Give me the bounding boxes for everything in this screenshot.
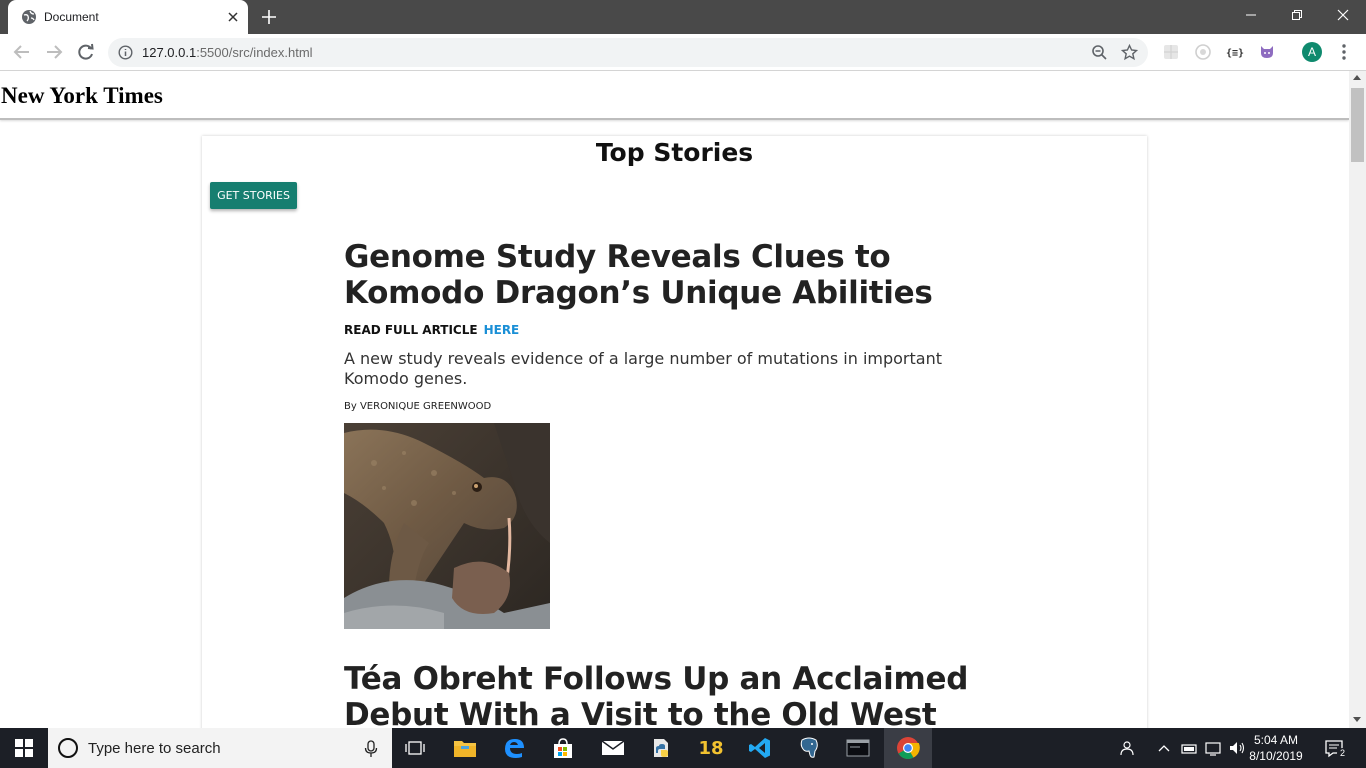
page-scrollbar[interactable]: [1349, 71, 1366, 728]
task-view-button[interactable]: [392, 728, 440, 768]
site-title: New York Times: [1, 83, 163, 108]
task-view-icon: [405, 741, 425, 755]
cortana-icon: [58, 738, 78, 758]
article-1: Genome Study Reveals Clues to Komodo Dra…: [344, 239, 1004, 629]
article-abstract: A new study reveals evidence of a large …: [344, 349, 942, 388]
people-icon[interactable]: [1120, 738, 1138, 758]
article-link[interactable]: HERE: [484, 323, 520, 337]
mail-icon: [601, 740, 625, 755]
terminal-window-icon: [846, 739, 870, 757]
taskbar-search[interactable]: Type here to search: [48, 728, 392, 768]
url-path: :5500/src/index.html: [196, 45, 313, 60]
url-text[interactable]: 127.0.0.1:5500/src/index.html: [142, 45, 313, 60]
komodo-dragon-illustration: [344, 423, 550, 629]
start-button[interactable]: [0, 728, 48, 768]
read-full-article-label: READ FULL ARTICLE: [344, 323, 478, 337]
edge-browser-button[interactable]: [490, 728, 538, 768]
card-title: Top Stories: [595, 138, 754, 167]
action-center-button[interactable]: 2: [1324, 738, 1348, 760]
chrome-icon: [897, 737, 920, 759]
read-full-article-row: READ FULL ARTICLE HERE: [344, 323, 1004, 337]
network-icon[interactable]: [1204, 738, 1222, 758]
close-window-button[interactable]: [1320, 0, 1366, 30]
extension-circle-icon[interactable]: [1194, 43, 1212, 61]
tab-title: Document: [44, 10, 99, 24]
folder-icon: [454, 741, 476, 757]
tab-strip: Document: [0, 0, 1366, 34]
minimize-icon: [1246, 14, 1256, 16]
terminal-app-button[interactable]: [834, 728, 882, 768]
article-byline: By VERONIQUE GREENWOOD: [344, 401, 492, 412]
scroll-down-arrow-icon[interactable]: [1353, 717, 1361, 722]
clock-time: 5:04 AM: [1253, 733, 1299, 747]
globe-icon: [22, 10, 36, 24]
address-bar[interactable]: 127.0.0.1:5500/src/index.html: [108, 38, 1148, 67]
url-host: 127.0.0.1: [142, 45, 197, 60]
browser-tab[interactable]: Document: [8, 0, 248, 34]
article-2: Téa Obreht Follows Up an Acclaimed Debut…: [344, 661, 1004, 728]
windows-logo-icon: [15, 739, 33, 757]
extension-grid-icon[interactable]: [1162, 43, 1180, 61]
postgres-button[interactable]: [785, 728, 833, 768]
back-icon[interactable]: [12, 42, 32, 62]
restore-icon: [1292, 10, 1302, 20]
get-stories-button[interactable]: GET STORIES: [210, 182, 297, 209]
notification-count: 2: [1337, 748, 1348, 759]
reload-icon[interactable]: [76, 42, 96, 62]
file-explorer-button[interactable]: [441, 728, 489, 768]
profile-avatar[interactable]: A: [1302, 42, 1322, 62]
octocat-extension-icon[interactable]: [1258, 43, 1276, 61]
browser-toolbar: 127.0.0.1:5500/src/index.html {≡} A: [0, 34, 1366, 71]
info-icon[interactable]: [118, 45, 133, 60]
close-icon: [1337, 9, 1349, 21]
bookmark-star-icon[interactable]: [1121, 44, 1138, 61]
stories-card: Top Stories GET STORIES Genome Study Rev…: [202, 136, 1147, 728]
store-bag-icon: [554, 738, 572, 758]
restore-button[interactable]: [1274, 0, 1320, 30]
store-button[interactable]: [539, 728, 587, 768]
app-badge-label: 18: [698, 737, 724, 759]
python-icon: [654, 739, 668, 757]
clock-date: 8/10/2019: [1249, 749, 1303, 763]
forward-icon[interactable]: [44, 42, 64, 62]
close-tab-icon[interactable]: [225, 9, 241, 25]
mail-button[interactable]: [589, 728, 637, 768]
edge-icon: [505, 739, 524, 758]
python-button[interactable]: [638, 728, 686, 768]
article-headline: Téa Obreht Follows Up an Acclaimed Debut…: [344, 661, 969, 728]
volume-icon[interactable]: [1228, 738, 1246, 758]
taskbar: Type here to search 18 5:04 AM 8/10/2019…: [0, 728, 1366, 768]
chevron-up-icon[interactable]: [1157, 738, 1171, 758]
new-tab-icon[interactable]: [260, 8, 278, 26]
scroll-thumb[interactable]: [1351, 88, 1364, 162]
system-clock[interactable]: 5:04 AM 8/10/2019: [1248, 732, 1304, 764]
microphone-icon[interactable]: [364, 740, 378, 758]
page-viewport: New York Times Top Stories GET STORIES G…: [0, 71, 1366, 728]
chrome-button[interactable]: [884, 728, 932, 768]
vscode-button[interactable]: [736, 728, 784, 768]
minimize-button[interactable]: [1228, 0, 1274, 30]
article-image: [344, 423, 550, 629]
svg-text:{≡}: {≡}: [1226, 48, 1244, 59]
json-formatter-icon[interactable]: {≡}: [1226, 43, 1244, 61]
article-headline: Genome Study Reveals Clues to Komodo Dra…: [344, 239, 933, 311]
app-18-button[interactable]: 18: [687, 728, 735, 768]
kebab-menu-icon[interactable]: [1336, 43, 1352, 61]
zoom-icon[interactable]: [1091, 44, 1108, 61]
vscode-icon: [749, 738, 770, 758]
postgres-elephant-icon: [800, 737, 818, 758]
taskbar-search-placeholder: Type here to search: [88, 740, 221, 757]
battery-icon[interactable]: [1180, 738, 1198, 758]
site-header: New York Times: [0, 71, 1349, 120]
scroll-up-arrow-icon[interactable]: [1353, 75, 1361, 80]
